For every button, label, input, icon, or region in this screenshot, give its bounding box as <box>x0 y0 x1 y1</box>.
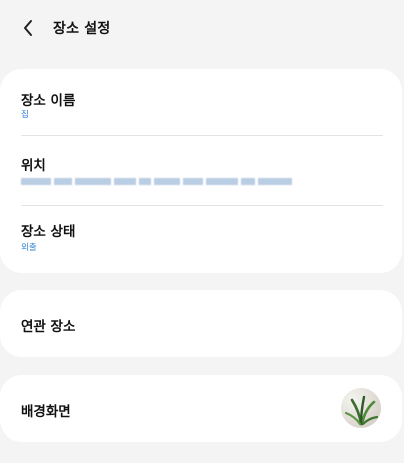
app-header: 장소 설정 <box>0 0 404 56</box>
place-status-label: 장소 상태 <box>21 224 76 240</box>
back-button[interactable] <box>16 14 40 42</box>
place-name-label: 장소 이름 <box>21 93 76 109</box>
place-status-value: 외출 <box>21 243 37 253</box>
location-label: 위치 <box>21 158 46 174</box>
place-status-row[interactable]: 장소 상태 외출 <box>0 206 402 273</box>
chevron-left-icon <box>24 20 32 36</box>
wallpaper-label: 배경화면 <box>21 404 71 420</box>
place-name-row[interactable]: 장소 이름 집 <box>0 69 402 135</box>
wallpaper-card[interactable]: 배경화면 <box>0 375 402 442</box>
place-info-card: 장소 이름 집 위치 장소 상태 외출 <box>0 69 402 273</box>
location-row[interactable]: 위치 <box>0 136 402 204</box>
wallpaper-thumbnail[interactable] <box>341 388 381 428</box>
page-title: 장소 설정 <box>53 21 111 37</box>
related-places-card[interactable]: 연관 장소 <box>0 290 402 357</box>
blurred-address <box>21 177 305 186</box>
place-name-value: 집 <box>21 110 29 120</box>
related-places-label: 연관 장소 <box>21 319 76 335</box>
plant-icon <box>344 395 379 426</box>
